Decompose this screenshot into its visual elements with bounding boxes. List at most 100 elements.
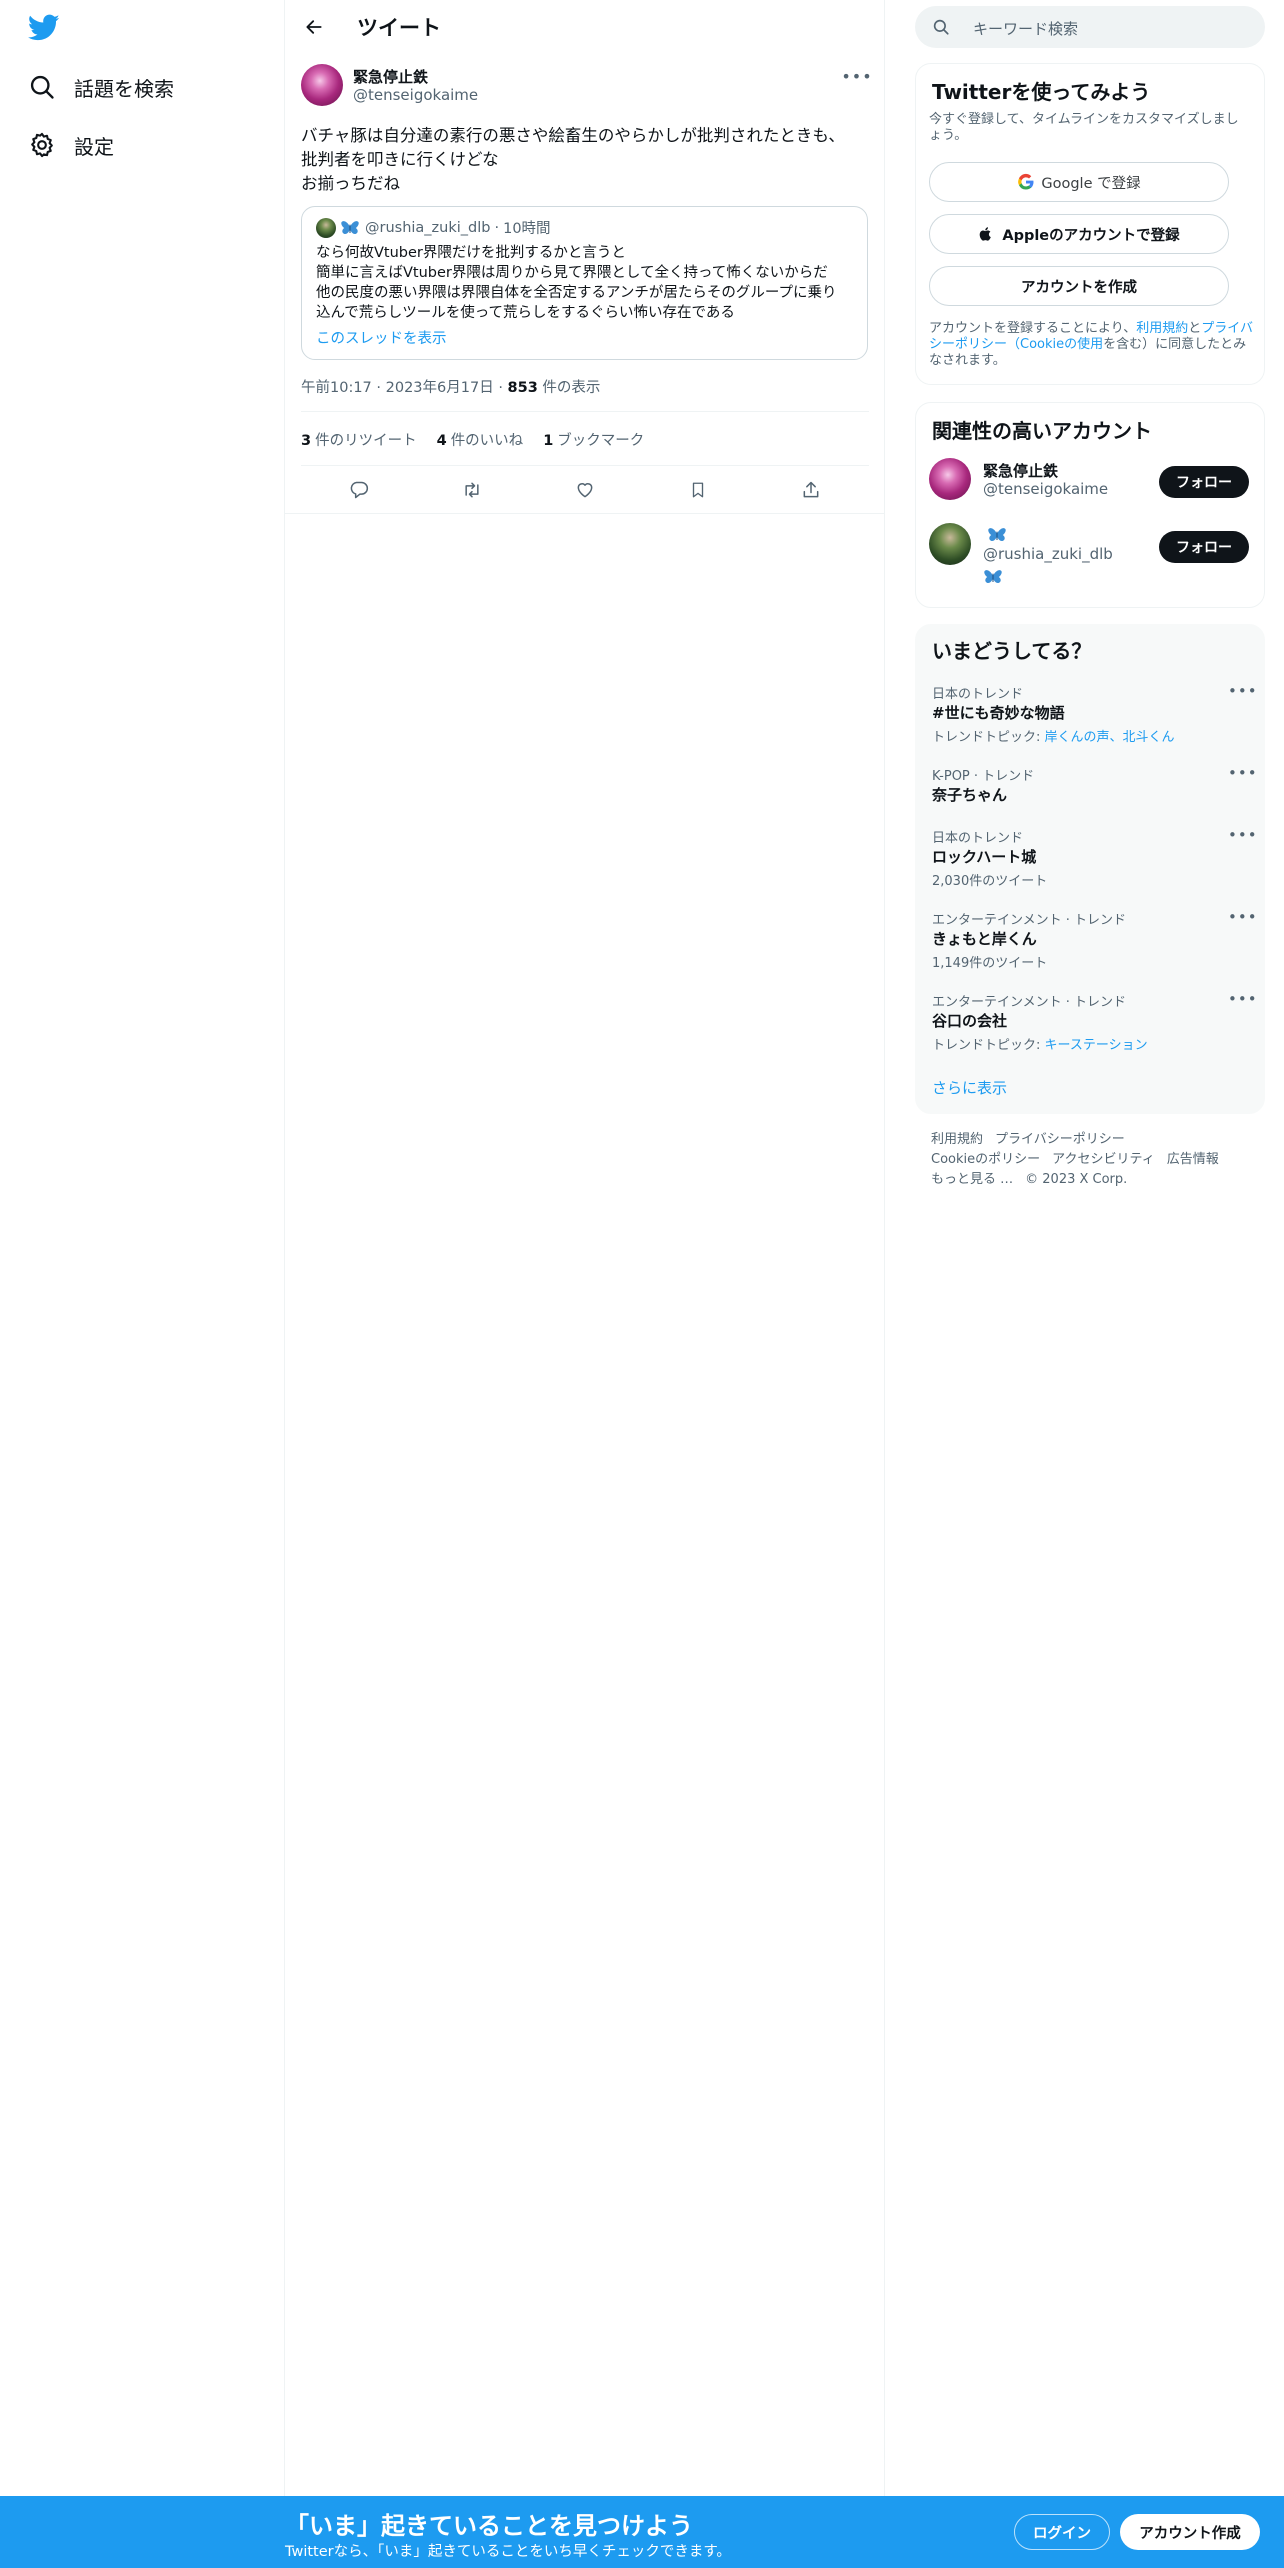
avatar[interactable]	[929, 523, 971, 565]
reply-icon[interactable]	[347, 478, 371, 502]
legal-text-and: と	[1188, 321, 1202, 336]
terms-link[interactable]: 利用規約	[1136, 321, 1188, 336]
account-name[interactable]	[983, 525, 1007, 545]
login-button[interactable]: ログイン	[1014, 2514, 1110, 2550]
google-signup-button[interactable]: Google で登録	[929, 162, 1229, 202]
trend-context: 日本のトレンド	[932, 687, 1024, 702]
nav-item-settings[interactable]: 設定	[28, 125, 114, 165]
author-name[interactable]: 緊急停止鉄	[353, 66, 428, 87]
banner-subtitle: Twitterなら、「いま」起きていることをいち早くチェックできます。	[285, 2544, 731, 2560]
bookmark-icon[interactable]	[686, 478, 710, 502]
trend-item[interactable]: エンターテインメント · トレンド 谷口の会社 トレンドトピック: キーステーシ…	[916, 991, 1266, 1071]
quote-handle: @rushia_zuki_dlb	[365, 219, 491, 236]
page-header: ツイート	[285, 0, 885, 53]
quote-text: なら何故Vtuber界隈だけを批判するかと言うと 簡単に言えばVtuber界隈は…	[316, 243, 856, 323]
signup-title: Twitterを使ってみよう	[932, 80, 1151, 104]
quoted-tweet[interactable]: @rushia_zuki_dlb · 10時間 なら何故Vtuber界隈だけを批…	[301, 206, 868, 360]
legal-text-pre: アカウントを登録することにより、	[929, 321, 1137, 336]
footer-link[interactable]: プライバシーポリシー	[995, 1132, 1125, 1147]
gear-icon	[28, 131, 56, 159]
search-input[interactable]: キーワード検索	[915, 6, 1265, 48]
google-signup-label: Google で登録	[1041, 175, 1141, 192]
quote-text-line: 簡単に言えばVtuber界隈は周りから見て界隈として全く持って怖くないからだ	[316, 265, 828, 281]
tweet-text-line: バチャ豚は自分達の素行の悪さや絵畜生のやらかしが批判されたときも、	[301, 126, 845, 145]
tweet-date[interactable]: 2023年6月17日	[386, 380, 494, 396]
follow-button[interactable]: フォロー	[1159, 466, 1249, 498]
retweet-icon[interactable]	[460, 478, 484, 502]
show-more-link[interactable]: さらに表示	[932, 1077, 1007, 1098]
legal-text: アカウントを登録することにより、利用規約とプライバシーポリシー（Cookieの使…	[929, 321, 1255, 369]
back-button[interactable]	[299, 12, 329, 42]
left-sidebar: 話題を検索 設定	[0, 0, 285, 2568]
tweet-stats: 3 件のリツイート 4 件のいいね 1 ブックマーク	[301, 429, 644, 450]
trend-context: エンターテインメント · トレンド	[932, 913, 1127, 928]
trend-topic-link[interactable]: 岸くんの声、北斗くん	[1045, 730, 1175, 745]
nav-item-explore[interactable]: 話題を検索	[28, 67, 174, 107]
account-name[interactable]: 緊急停止鉄	[983, 460, 1058, 481]
quote-text-line: 込んで荒らしツールを使って荒らしをするぐらい怖い存在である	[316, 305, 735, 321]
share-icon[interactable]	[799, 478, 823, 502]
trend-subtext-label: トレンドトピック:	[932, 1038, 1045, 1053]
more-icon[interactable]: •••	[1228, 684, 1257, 701]
trend-name: きょもと岸くん	[932, 930, 1037, 948]
footer-link[interactable]: もっと見る …	[931, 1172, 1013, 1187]
trend-topic-link[interactable]: キーステーション	[1045, 1038, 1148, 1053]
apple-icon	[978, 225, 996, 243]
tweet-meta: 午前10:17 · 2023年6月17日 · 853 件の表示	[301, 376, 600, 397]
divider	[285, 513, 885, 514]
related-account[interactable]: @rushia_zuki_dlb フォロー	[915, 515, 1265, 583]
trend-item[interactable]: 日本のトレンド #世にも奇妙な物語 トレンドトピック: 岸くんの声、北斗くん •…	[916, 683, 1266, 763]
more-icon[interactable]: •••	[1228, 828, 1257, 845]
tweet-text-line: お揃っちだね	[301, 174, 400, 193]
views-label: 件の表示	[542, 380, 601, 396]
create-account-label: アカウントを作成	[1021, 279, 1137, 296]
more-icon[interactable]: •••	[1228, 992, 1257, 1009]
twitter-bird-icon[interactable]	[27, 14, 60, 42]
related-account[interactable]: 緊急停止鉄 @tenseigokaime フォロー	[915, 450, 1265, 510]
related-title: 関連性の高いアカウント	[932, 419, 1152, 443]
search-placeholder: キーワード検索	[973, 20, 1079, 38]
avatar[interactable]	[929, 458, 971, 500]
likes-count: 4	[436, 433, 447, 449]
trend-context: エンターテインメント · トレンド	[932, 995, 1127, 1010]
create-account-button[interactable]: アカウントを作成	[929, 266, 1229, 306]
footer-link[interactable]: アクセシビリティ	[1052, 1152, 1155, 1167]
apple-signup-button[interactable]: Appleのアカウントで登録	[929, 214, 1229, 254]
likes-label: 件のいいね	[450, 433, 524, 449]
tweet-author: 緊急停止鉄 @tenseigokaime •••	[301, 62, 872, 106]
trend-subtext: 2,030件のツイート	[932, 874, 1048, 889]
retweets-label: 件のリツイート	[315, 433, 417, 449]
follow-button[interactable]: フォロー	[1159, 531, 1249, 563]
trends-card: いまどうしてる？ 日本のトレンド #世にも奇妙な物語 トレンドトピック: 岸くん…	[915, 624, 1265, 1114]
signup-banner: 「いま」起きていることを見つけよう Twitterなら、「いま」起きていることを…	[0, 2496, 1284, 2568]
retweets-stat[interactable]: 3 件のリツイート	[301, 429, 417, 450]
trend-item[interactable]: エンターテインメント · トレンド きょもと岸くん 1,149件のツイート ••…	[916, 909, 1266, 989]
more-icon[interactable]: •••	[1228, 766, 1257, 783]
arrow-left-icon	[306, 20, 322, 34]
trend-item[interactable]: 日本のトレンド ロックハート城 2,030件のツイート •••	[916, 827, 1266, 907]
account-handle: @rushia_zuki_dlb	[983, 545, 1113, 563]
trend-name: 奈子ちゃん	[932, 786, 1008, 804]
tweet-actions	[301, 466, 869, 514]
bookmarks-stat[interactable]: 1 ブックマーク	[543, 429, 644, 450]
avatar[interactable]	[301, 64, 343, 106]
quote-header: @rushia_zuki_dlb · 10時間	[316, 217, 551, 238]
tweet-text: バチャ豚は自分達の素行の悪さや絵畜生のやらかしが批判されたときも、 批判者を叩き…	[301, 124, 869, 196]
tweet-time[interactable]: 午前10:17	[301, 380, 372, 396]
google-icon	[1017, 173, 1035, 191]
more-icon[interactable]: •••	[1228, 910, 1257, 927]
retweets-count: 3	[301, 433, 312, 449]
more-icon[interactable]: •••	[841, 64, 871, 88]
trend-name: ロックハート城	[932, 848, 1037, 866]
footer-link[interactable]: 広告情報	[1167, 1152, 1219, 1167]
footer-link[interactable]: 利用規約	[931, 1132, 983, 1147]
likes-stat[interactable]: 4 件のいいね	[437, 429, 524, 450]
footer-link[interactable]: Cookieのポリシー	[931, 1152, 1040, 1167]
tweet-text-line: 批判者を叩きに行くけどな	[301, 150, 499, 169]
apple-signup-label: Appleのアカウントで登録	[1002, 227, 1180, 244]
like-icon[interactable]	[573, 478, 597, 502]
show-thread-link[interactable]: このスレッドを表示	[316, 327, 447, 348]
separator: ·	[376, 380, 382, 396]
signup-button[interactable]: アカウント作成	[1120, 2514, 1260, 2550]
author-handle[interactable]: @tenseigokaime	[353, 86, 478, 104]
